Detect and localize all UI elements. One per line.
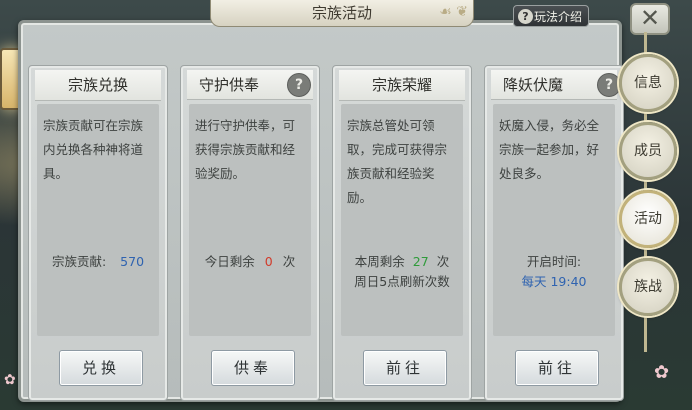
remaining-value: 0 bbox=[264, 254, 273, 269]
contribution-label: 宗族贡献: bbox=[51, 254, 107, 269]
card-clan-exchange: 宗族兑换 宗族贡献可在宗族内兑换各种神将道具。 宗族贡献: 570 兑换 bbox=[28, 65, 168, 401]
remaining-label: 今日剩余 bbox=[204, 254, 255, 269]
card-description: 妖魔入侵，务必全宗族一起参加，好处良多。 bbox=[499, 118, 600, 181]
card-description: 宗族贡献可在宗族内兑换各种神将道具。 bbox=[43, 118, 144, 181]
card-title: 宗族兑换 bbox=[35, 70, 161, 101]
contribution-stat: 宗族贡献: 570 bbox=[37, 252, 159, 272]
gameplay-intro-label: 玩法介绍 bbox=[533, 10, 582, 24]
contribution-value: 570 bbox=[120, 254, 145, 269]
card-demon-subduing: 降妖伏魔 ? 妖魔入侵，务必全宗族一起参加，好处良多。 开启时间: 每天 19:… bbox=[484, 65, 624, 401]
exchange-button[interactable]: 兑换 bbox=[59, 350, 143, 386]
title-ornament-right: ☙ ❦ bbox=[439, 4, 468, 20]
card-description: 宗族总管处可领取，完成可获得宗族贡献和经验奖励。 bbox=[347, 118, 448, 205]
offering-button[interactable]: 供奉 bbox=[211, 350, 295, 386]
help-icon[interactable]: ? bbox=[287, 73, 311, 97]
card-body: 进行守护供奉，可获得宗族贡献和经验奖励。 今日剩余 0 次 bbox=[189, 104, 311, 336]
blossom-decoration: ✿ bbox=[654, 362, 670, 383]
refresh-note: 周日5点刷新次数 bbox=[354, 274, 450, 289]
tab-members[interactable]: 成员 bbox=[619, 122, 677, 180]
card-clan-glory: 宗族荣耀 宗族总管处可领取，完成可获得宗族贡献和经验奖励。 本周剩余 27 次 … bbox=[332, 65, 472, 401]
help-icon[interactable]: ? bbox=[597, 73, 621, 97]
card-description: 进行守护供奉，可获得宗族贡献和经验奖励。 bbox=[195, 118, 296, 181]
remaining-label: 本周剩余 bbox=[354, 254, 405, 269]
open-time-label: 开启时间: bbox=[526, 254, 582, 269]
close-icon: ✕ bbox=[639, 4, 661, 32]
tab-activities[interactable]: 活动 bbox=[619, 190, 677, 248]
open-time-value: 每天 19:40 bbox=[521, 274, 587, 289]
blossom-decoration: ✿ bbox=[4, 372, 16, 388]
remaining-value: 27 bbox=[412, 254, 429, 269]
remaining-today-stat: 今日剩余 0 次 bbox=[189, 252, 311, 272]
go-button[interactable]: 前往 bbox=[515, 350, 599, 386]
tab-clan-war[interactable]: 族战 bbox=[619, 258, 677, 316]
remaining-suffix: 次 bbox=[436, 254, 450, 269]
card-body: 宗族贡献可在宗族内兑换各种神将道具。 宗族贡献: 570 bbox=[37, 104, 159, 336]
go-button[interactable]: 前往 bbox=[363, 350, 447, 386]
card-title: 宗族荣耀 bbox=[339, 70, 465, 101]
remaining-week-stat: 本周剩余 27 次 bbox=[341, 252, 463, 272]
question-icon: ? bbox=[518, 9, 533, 24]
card-body: 妖魔入侵，务必全宗族一起参加，好处良多。 开启时间: 每天 19:40 bbox=[493, 104, 615, 336]
tab-info[interactable]: 信息 bbox=[619, 54, 677, 112]
close-button[interactable]: ✕ bbox=[630, 3, 670, 35]
card-body: 宗族总管处可领取，完成可获得宗族贡献和经验奖励。 本周剩余 27 次 周日5点刷… bbox=[341, 104, 463, 336]
remaining-suffix: 次 bbox=[282, 254, 296, 269]
card-guardian-offering: 守护供奉 ? 进行守护供奉，可获得宗族贡献和经验奖励。 今日剩余 0 次 供奉 bbox=[180, 65, 320, 401]
gameplay-intro-button[interactable]: ? 玩法介绍 bbox=[513, 5, 589, 27]
activity-panel: 宗族兑换 宗族贡献可在宗族内兑换各种神将道具。 宗族贡献: 570 兑换 守护供… bbox=[18, 20, 624, 402]
